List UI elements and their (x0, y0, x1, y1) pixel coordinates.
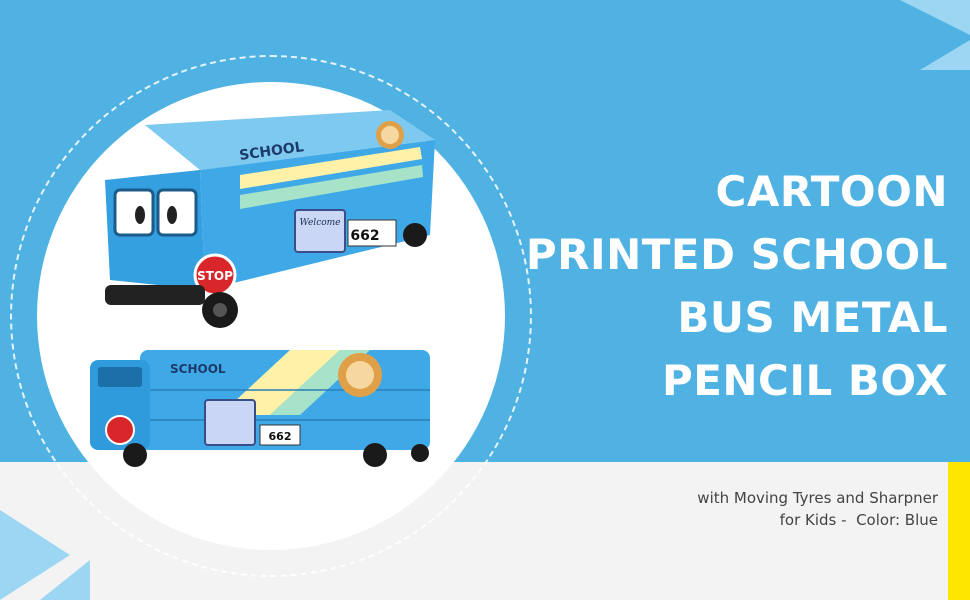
bus-side-view: SCHOOL 662 (90, 350, 430, 467)
bus-angled-view: STOP Welcome 662 SCHOOL (105, 110, 435, 328)
headline-line-4: PENCIL BOX (661, 356, 948, 405)
headline-line-2: PRINTED SCHOOL (525, 230, 948, 279)
headline-line-1: CARTOON (715, 167, 948, 216)
side-school-text: SCHOOL (170, 362, 226, 376)
yellow-accent-bar (948, 462, 970, 600)
corner-triangles-top-right (900, 0, 970, 70)
product-headline: CARTOON PRINTED SCHOOL BUS METAL PENCIL … (526, 160, 948, 412)
bus-number-upper: 662 (350, 228, 379, 244)
corner-triangles-bottom-left (0, 510, 90, 600)
pencil-box-photo: STOP Welcome 662 SCHOOL SCHOOL 662 (90, 110, 435, 467)
headline-line-3: BUS METAL (677, 293, 948, 342)
welcome-text: Welcome (299, 218, 340, 228)
subtitle-line-1: with Moving Tyres and Sharpner (697, 489, 938, 507)
subtitle-line-2: for Kids - Color: Blue (779, 511, 938, 529)
stop-sign-text: STOP (197, 269, 233, 283)
product-subtitle: with Moving Tyres and Sharpner for Kids … (697, 487, 938, 531)
bus-number-lower: 662 (269, 430, 292, 443)
